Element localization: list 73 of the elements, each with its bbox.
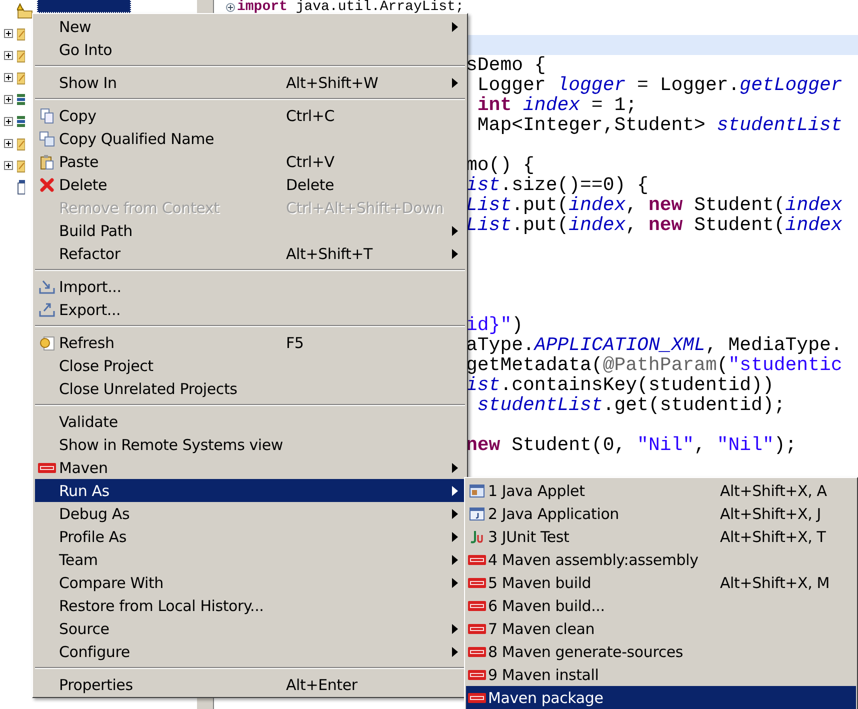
menu-item[interactable]: Compare With	[35, 571, 465, 594]
code-line: Logger logger = Logger.getLogger	[476, 74, 842, 96]
code-line: import java.util.ArrayList;	[237, 0, 464, 15]
menu-item[interactable]: 8 Maven generate-sources	[466, 640, 856, 663]
code-line: getMetadata(@PathParam("studentic	[466, 354, 842, 376]
menu-item[interactable]: Copy Ctrl+C	[35, 104, 465, 127]
code-line: sDemo {	[466, 54, 546, 76]
project-icon	[17, 3, 33, 19]
library-icon	[17, 91, 25, 107]
expand-icon[interactable]	[4, 116, 13, 126]
menu-item[interactable]: 9 Maven install	[466, 663, 856, 686]
copy-icon	[39, 130, 55, 146]
menu-item[interactable]: Export...	[35, 298, 465, 321]
file-icon	[17, 179, 25, 195]
menu-item[interactable]: 1 Java Applet Alt+Shift+X, A	[466, 479, 856, 502]
menu-item[interactable]: 5 Maven build Alt+Shift+X, M	[466, 571, 856, 594]
expand-icon[interactable]	[4, 72, 13, 82]
menu-item[interactable]: Maven	[35, 456, 465, 479]
code-line: id}")	[466, 314, 524, 336]
menu-item[interactable]: Maven package	[466, 686, 856, 709]
menu-item[interactable]: Run As	[35, 479, 465, 502]
menu-item[interactable]: 4 Maven assembly:assembly	[466, 548, 856, 571]
menu-item[interactable]: Team	[35, 548, 465, 571]
menu-item[interactable]: 7 Maven clean	[466, 617, 856, 640]
code-line: List.put(index, new Student(index	[466, 194, 842, 216]
expand-icon[interactable]	[4, 50, 13, 60]
code-line: aType.APPLICATION_XML, MediaType.	[466, 334, 842, 356]
selected-tree-item[interactable]	[37, 0, 131, 13]
junit-icon	[469, 528, 485, 544]
menu-item[interactable]: Show In Alt+Shift+W	[35, 71, 465, 94]
expand-icon[interactable]	[4, 28, 13, 38]
menu-item[interactable]: Refresh F5	[35, 331, 465, 354]
menu-item[interactable]: Delete Delete	[35, 173, 465, 196]
menu-item[interactable]: Restore from Local History...	[35, 594, 465, 617]
application-window-icon	[469, 506, 485, 522]
code-line: int index = 1;	[476, 94, 638, 116]
import-icon	[39, 278, 55, 294]
menu-item[interactable]: Close Project	[35, 354, 465, 377]
menu-item[interactable]: Close Unrelated Projects	[35, 377, 465, 400]
expand-icon[interactable]	[4, 94, 13, 104]
menu-item[interactable]: Profile As	[35, 525, 465, 548]
menu-item[interactable]: Validate	[35, 410, 465, 433]
menu-item[interactable]: 3 JUnit Test Alt+Shift+X, T	[466, 525, 856, 548]
menu-item[interactable]: Copy Qualified Name	[35, 127, 465, 150]
menu-item[interactable]: New	[35, 15, 465, 38]
refresh-icon	[39, 334, 55, 350]
copy-icon	[39, 108, 55, 124]
menu-item[interactable]: Refactor Alt+Shift+T	[35, 242, 465, 265]
menu-item[interactable]: Go Into	[35, 38, 465, 61]
menu-item[interactable]: 2 Java Application Alt+Shift+X, J	[466, 502, 856, 525]
menu-item[interactable]: 6 Maven build...	[466, 594, 856, 617]
applet-icon	[469, 482, 485, 498]
menu-item[interactable]: Build Path	[35, 219, 465, 242]
code-line: List.put(index, new Student(index	[466, 214, 842, 236]
expand-icon[interactable]	[4, 160, 13, 170]
menu-item[interactable]: Import...	[35, 275, 465, 298]
code-line: studentList.get(studentid);	[476, 394, 786, 416]
delete-icon	[39, 176, 55, 192]
code-line: ist.containsKey(studentid))	[466, 374, 774, 396]
code-line: Map<Integer,Student> studentList	[476, 114, 842, 136]
expand-icon[interactable]	[4, 138, 13, 148]
menu-item[interactable]: Properties Alt+Enter	[35, 673, 465, 696]
menu-item[interactable]: Source	[35, 617, 465, 640]
library-icon	[17, 113, 25, 129]
menu-item[interactable]: Debug As	[35, 502, 465, 525]
menu-item[interactable]: Paste Ctrl+V	[35, 150, 465, 173]
export-icon	[39, 302, 55, 318]
expand-fold-icon[interactable]	[226, 2, 235, 12]
menu-item[interactable]: Configure	[35, 640, 465, 663]
clipboard-icon	[39, 154, 55, 170]
menu-item[interactable]: Show in Remote Systems view	[35, 433, 465, 456]
code-line: ist.size()==0) {	[466, 174, 648, 196]
code-line: new Student(0, "Nil", "Nil");	[466, 434, 797, 456]
